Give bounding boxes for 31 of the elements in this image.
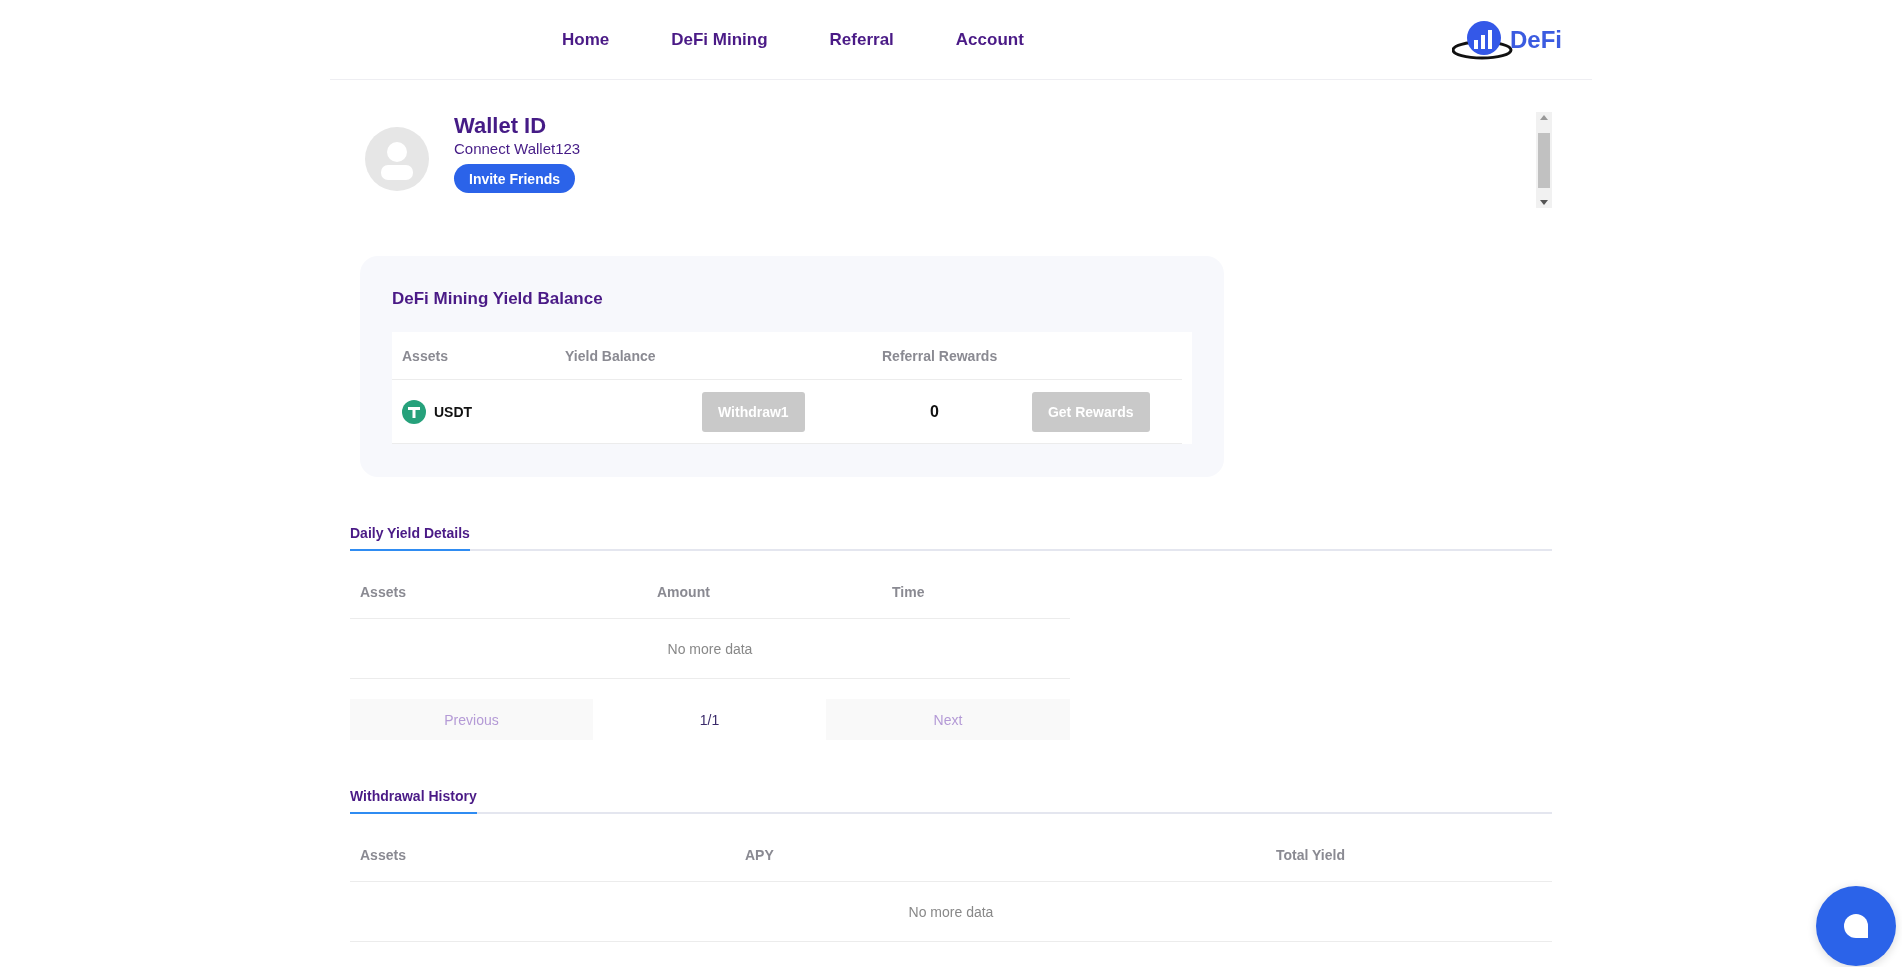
page-indicator: 1/1 [698, 711, 721, 728]
column-header: Assets [359, 846, 407, 863]
nav-link[interactable]: Home [562, 29, 610, 50]
chat-button[interactable] [1816, 886, 1896, 966]
nav-link[interactable]: Account [955, 29, 1024, 50]
wallet-title: Wallet ID [454, 112, 547, 140]
column-header: Yield Balance [564, 347, 657, 364]
avatar-icon [365, 127, 429, 191]
empty-message: No more data [908, 903, 994, 920]
section-tab[interactable]: Daily Yield Details [350, 521, 470, 551]
scroll-down-arrow-icon[interactable] [1540, 200, 1548, 205]
empty-message: No more data [667, 640, 753, 657]
asset-name: USDT [434, 403, 473, 420]
invite-friends-button[interactable]: Invite Friends [454, 164, 576, 193]
column-header: Assets [401, 347, 449, 364]
scrollbar[interactable] [1536, 112, 1552, 208]
logo[interactable]: DeFi [1452, 19, 1562, 60]
column-header: Time [891, 583, 926, 600]
card-title: DeFi Mining Yield Balance [392, 288, 604, 310]
chat-bubble-icon [1843, 913, 1869, 939]
column-header: Amount [656, 583, 711, 600]
column-header: Referral Rewards [881, 347, 999, 364]
referral-rewards-value: 0 [930, 402, 939, 421]
nav-link[interactable]: DeFi Mining [671, 29, 768, 50]
tether-coin-icon [402, 399, 426, 424]
column-header: Total Yield [1275, 846, 1346, 863]
column-header: APY [744, 846, 775, 863]
nav-link[interactable]: Referral [829, 29, 894, 50]
wallet-address: Connect Wallet123 [454, 140, 581, 158]
section-tab[interactable]: Withdrawal History [350, 784, 477, 814]
column-header: Assets [359, 583, 407, 600]
